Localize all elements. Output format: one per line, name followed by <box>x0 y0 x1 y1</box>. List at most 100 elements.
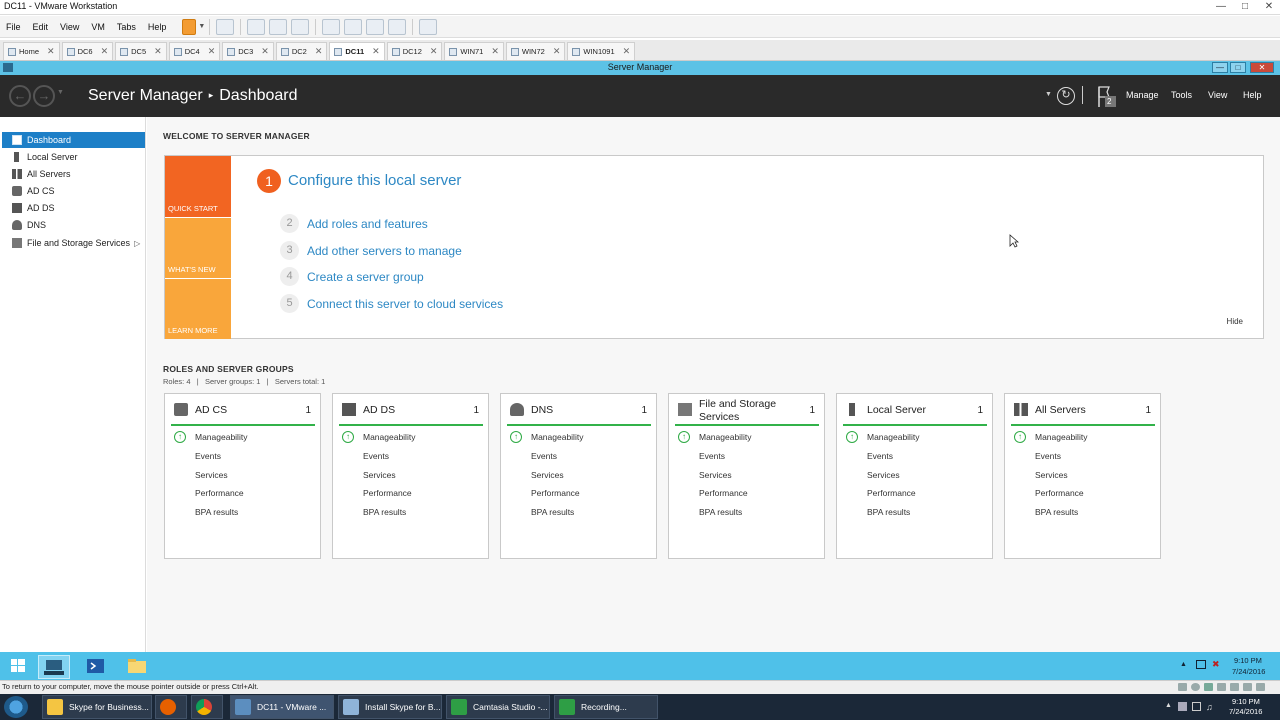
sidebar-item-ad-cs[interactable]: AD CS <box>2 183 145 199</box>
close-tab-icon[interactable]: ✕ <box>430 46 438 57</box>
pause-icon[interactable] <box>182 18 197 35</box>
tile-row-events[interactable]: Events <box>531 451 557 461</box>
step-link[interactable]: Add other servers to manage <box>307 244 462 258</box>
tile-row-services[interactable]: Services <box>363 470 396 480</box>
tab-dc12[interactable]: DC12 ✕ <box>386 42 443 60</box>
close-tab-icon[interactable]: ✕ <box>315 46 323 57</box>
step-link[interactable]: Add roles and features <box>307 217 428 231</box>
close-tab-icon[interactable]: ✕ <box>154 46 162 57</box>
tab-win71[interactable]: WIN71 ✕ <box>444 42 504 60</box>
snapshot-icon[interactable] <box>247 18 266 35</box>
menu-help[interactable]: Help <box>142 22 173 32</box>
breadcrumb-root[interactable]: Server Manager <box>88 87 203 104</box>
menu-edit[interactable]: Edit <box>27 22 55 32</box>
network-icon[interactable] <box>1196 660 1206 669</box>
tile-row-events[interactable]: Events <box>699 451 725 461</box>
file-explorer-taskbar-icon[interactable] <box>122 655 154 679</box>
close-tab-icon[interactable]: ✕ <box>372 46 380 57</box>
windows-start-icon[interactable] <box>4 655 36 679</box>
tile-row-bpa-results[interactable]: BPA results <box>1035 507 1078 517</box>
tile-row-performance[interactable]: Performance <box>1035 488 1084 498</box>
server-manager-taskbar-icon[interactable] <box>38 655 70 679</box>
step-link[interactable]: Create a server group <box>307 270 424 284</box>
library-icon[interactable] <box>322 18 341 35</box>
unity-icon[interactable] <box>388 18 407 35</box>
role-tile-dns[interactable]: DNS 1 ↑ Manageability Events Services Pe… <box>500 393 657 559</box>
tile-row-events[interactable]: Events <box>195 451 221 461</box>
host-app-chrome[interactable] <box>191 695 223 719</box>
notifications-flag-icon[interactable]: 2 <box>1097 85 1117 109</box>
tile-row-services[interactable]: Services <box>195 470 228 480</box>
tile-row-performance[interactable]: Performance <box>195 488 244 498</box>
back-arrow-icon[interactable]: ← <box>9 85 31 107</box>
tile-row-manageability[interactable]: Manageability <box>1035 432 1087 442</box>
tray-network-icon[interactable] <box>1192 702 1201 711</box>
menu-manage[interactable]: Manage <box>1126 90 1159 100</box>
usb-icon[interactable] <box>1217 683 1226 691</box>
start-orb-icon[interactable] <box>4 696 28 718</box>
host-app-vmware[interactable]: DC11 - VMware ... <box>230 695 334 719</box>
close-tab-icon[interactable]: ✕ <box>553 46 561 57</box>
host-clock-time[interactable]: 9:10 PM <box>1232 697 1260 706</box>
refresh-dropdown-icon[interactable]: ▼ <box>1045 91 1052 98</box>
step-add-servers[interactable]: 3 Add other servers to manage <box>280 241 462 260</box>
powershell-taskbar-icon[interactable] <box>80 655 112 679</box>
role-tile-all-servers[interactable]: All Servers 1 ↑ Manageability Events Ser… <box>1004 393 1161 559</box>
maximize-button[interactable]: □ <box>1234 0 1256 14</box>
menu-vm[interactable]: VM <box>85 22 111 32</box>
tab-win72[interactable]: WIN72 ✕ <box>505 42 566 60</box>
tile-row-bpa-results[interactable]: BPA results <box>699 507 742 517</box>
role-tile-local-server[interactable]: Local Server 1 ↑ Manageability Events Se… <box>836 393 993 559</box>
display-icon[interactable] <box>1243 683 1252 691</box>
step-link[interactable]: Connect this server to cloud services <box>307 297 503 311</box>
tab-dc6[interactable]: DC6 ✕ <box>61 42 114 60</box>
history-chevron-icon[interactable]: ▼ <box>57 89 64 96</box>
step-connect-cloud[interactable]: 5 Connect this server to cloud services <box>280 294 503 313</box>
guest-clock-time[interactable]: 9:10 PM <box>1234 656 1262 665</box>
step-create-group[interactable]: 4 Create a server group <box>280 267 424 286</box>
menu-help[interactable]: Help <box>1243 90 1262 100</box>
tab-home[interactable]: Home ✕ <box>3 42 60 60</box>
host-app-skype[interactable]: Skype for Business... <box>42 695 152 719</box>
show-hidden-icons-icon[interactable]: ▲ <box>1180 661 1187 668</box>
host-clock-date[interactable]: 7/24/2016 <box>1229 707 1262 716</box>
configure-local-server-link[interactable]: Configure this local server <box>288 172 461 189</box>
tile-row-manageability[interactable]: Manageability <box>363 432 415 442</box>
revert-snapshot-icon[interactable] <box>269 18 288 35</box>
tile-row-events[interactable]: Events <box>1035 451 1061 461</box>
minimize-button[interactable]: — <box>1210 0 1232 14</box>
tab-dc5[interactable]: DC5 ✕ <box>115 42 167 60</box>
sm-close-button[interactable]: ✕ <box>1250 62 1274 73</box>
refresh-icon[interactable]: ↻ <box>1057 87 1075 105</box>
tile-row-services[interactable]: Services <box>867 470 900 480</box>
tab-dc11[interactable]: DC11 ✕ <box>329 42 385 60</box>
close-tab-icon[interactable]: ✕ <box>47 46 55 57</box>
close-tab-icon[interactable]: ✕ <box>491 46 499 57</box>
role-tile-ad-ds[interactable]: AD DS 1 ↑ Manageability Events Services … <box>332 393 489 559</box>
guest-clock-date[interactable]: 7/24/2016 <box>1232 667 1265 676</box>
sm-maximize-button[interactable]: □ <box>1230 62 1246 73</box>
learn-more-tab[interactable]: LEARN MORE <box>165 278 231 339</box>
menu-tools[interactable]: Tools <box>1171 90 1192 100</box>
role-tile-file-and-storage[interactable]: File and Storage Services 1 ↑ Manageabil… <box>668 393 825 559</box>
tile-title[interactable]: AD CS <box>195 404 227 417</box>
sidebar-item-ad-ds[interactable]: AD DS <box>2 200 145 216</box>
quick-start-tab[interactable]: QUICK START <box>165 156 231 217</box>
sound-card-icon[interactable] <box>1230 683 1239 691</box>
stretch-guest-icon[interactable] <box>419 18 438 35</box>
role-tile-ad-cs[interactable]: AD CS 1 ↑ Manageability Events Services … <box>164 393 321 559</box>
message-log-icon[interactable] <box>1256 683 1265 691</box>
tab-win1091[interactable]: WIN1091 ✕ <box>567 42 636 60</box>
tile-title[interactable]: File and Storage Services <box>699 398 799 424</box>
tile-row-services[interactable]: Services <box>699 470 732 480</box>
close-tab-icon[interactable]: ✕ <box>623 46 631 57</box>
tile-title[interactable]: DNS <box>531 404 553 417</box>
tile-row-manageability[interactable]: Manageability <box>699 432 751 442</box>
full-screen-icon[interactable] <box>366 18 385 35</box>
tile-title[interactable]: Local Server <box>867 404 926 417</box>
console-view-icon[interactable] <box>344 18 363 35</box>
cd-rom-icon[interactable] <box>1191 683 1200 691</box>
tile-title[interactable]: All Servers <box>1035 404 1086 417</box>
host-app-camtasia[interactable]: Camtasia Studio -... <box>446 695 550 719</box>
sidebar-item-dashboard[interactable]: Dashboard <box>2 132 145 148</box>
